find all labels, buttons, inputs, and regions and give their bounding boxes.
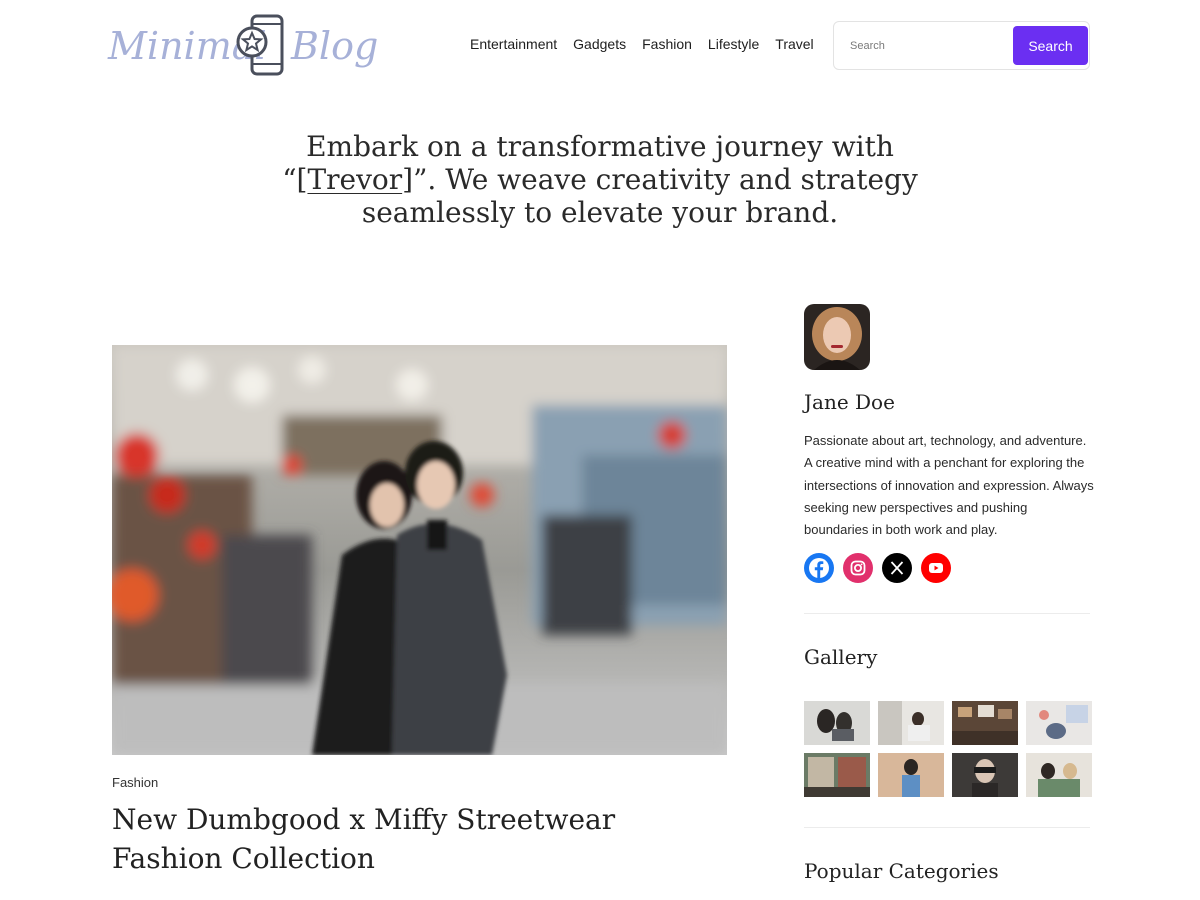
post-category-link[interactable]: Fashion <box>112 775 158 790</box>
main-nav: Entertainment Gadgets Fashion Lifestyle … <box>470 36 814 52</box>
post-featured-image[interactable] <box>112 345 727 755</box>
post-title-link[interactable]: New Dumbgood x Miffy Streetwear Fashion … <box>112 800 732 878</box>
hero-line-2: “[Trevor]”. We weave creativity and stra… <box>250 163 950 196</box>
youtube-icon <box>929 563 943 573</box>
gallery-thumb[interactable] <box>1026 753 1092 797</box>
logo-text-blog: Blog <box>291 24 379 68</box>
site-header: Minimal Blog Entertainment Gadgets Fashi… <box>0 0 1200 92</box>
x-link[interactable] <box>882 553 912 583</box>
author-bio: Passionate about art, technology, and ad… <box>804 433 1094 538</box>
hero-quote-open: “[ <box>282 163 308 196</box>
nav-item-gadgets[interactable]: Gadgets <box>573 36 626 52</box>
gallery-thumb[interactable] <box>804 753 870 797</box>
hero-tagline: Embark on a transformative journey with … <box>250 130 950 229</box>
hero-quote-close: ]”. We weave creativity and strategy <box>402 163 918 196</box>
sidebar-divider <box>804 613 1090 614</box>
author-name: Jane Doe <box>804 390 895 414</box>
gallery-thumb[interactable] <box>878 753 944 797</box>
gallery-heading: Gallery <box>804 645 878 669</box>
gallery-thumb[interactable] <box>804 701 870 745</box>
nav-item-fashion[interactable]: Fashion <box>642 36 692 52</box>
gallery-thumb[interactable] <box>878 701 944 745</box>
facebook-link[interactable] <box>804 553 834 583</box>
instagram-icon <box>850 560 866 576</box>
nav-item-travel[interactable]: Travel <box>775 36 813 52</box>
sidebar-divider <box>804 827 1090 828</box>
gallery-grid <box>804 701 1092 797</box>
social-links <box>804 553 951 583</box>
popular-categories-heading: Popular Categories <box>804 859 999 883</box>
gallery-thumb[interactable] <box>952 701 1018 745</box>
site-logo[interactable]: Minimal Blog <box>108 14 378 76</box>
post-photo <box>112 345 727 755</box>
hero-highlight-link[interactable]: Trevor <box>307 163 402 196</box>
nav-item-entertainment[interactable]: Entertainment <box>470 36 557 52</box>
search-button[interactable]: Search <box>1013 26 1088 65</box>
search-form: Search <box>833 21 1090 70</box>
author-avatar[interactable] <box>804 304 870 370</box>
hero-line-3: seamlessly to elevate your brand. <box>361 196 839 229</box>
facebook-icon <box>809 558 829 578</box>
search-input[interactable] <box>844 32 1012 60</box>
avatar-photo <box>804 304 870 370</box>
youtube-link[interactable] <box>921 553 951 583</box>
phone-star-icon <box>236 14 284 76</box>
hero-line-1: Embark on a transformative journey with <box>306 130 894 163</box>
gallery-thumb[interactable] <box>1026 701 1092 745</box>
instagram-link[interactable] <box>843 553 873 583</box>
gallery-thumb[interactable] <box>952 753 1018 797</box>
nav-item-lifestyle[interactable]: Lifestyle <box>708 36 759 52</box>
x-icon <box>890 561 904 575</box>
